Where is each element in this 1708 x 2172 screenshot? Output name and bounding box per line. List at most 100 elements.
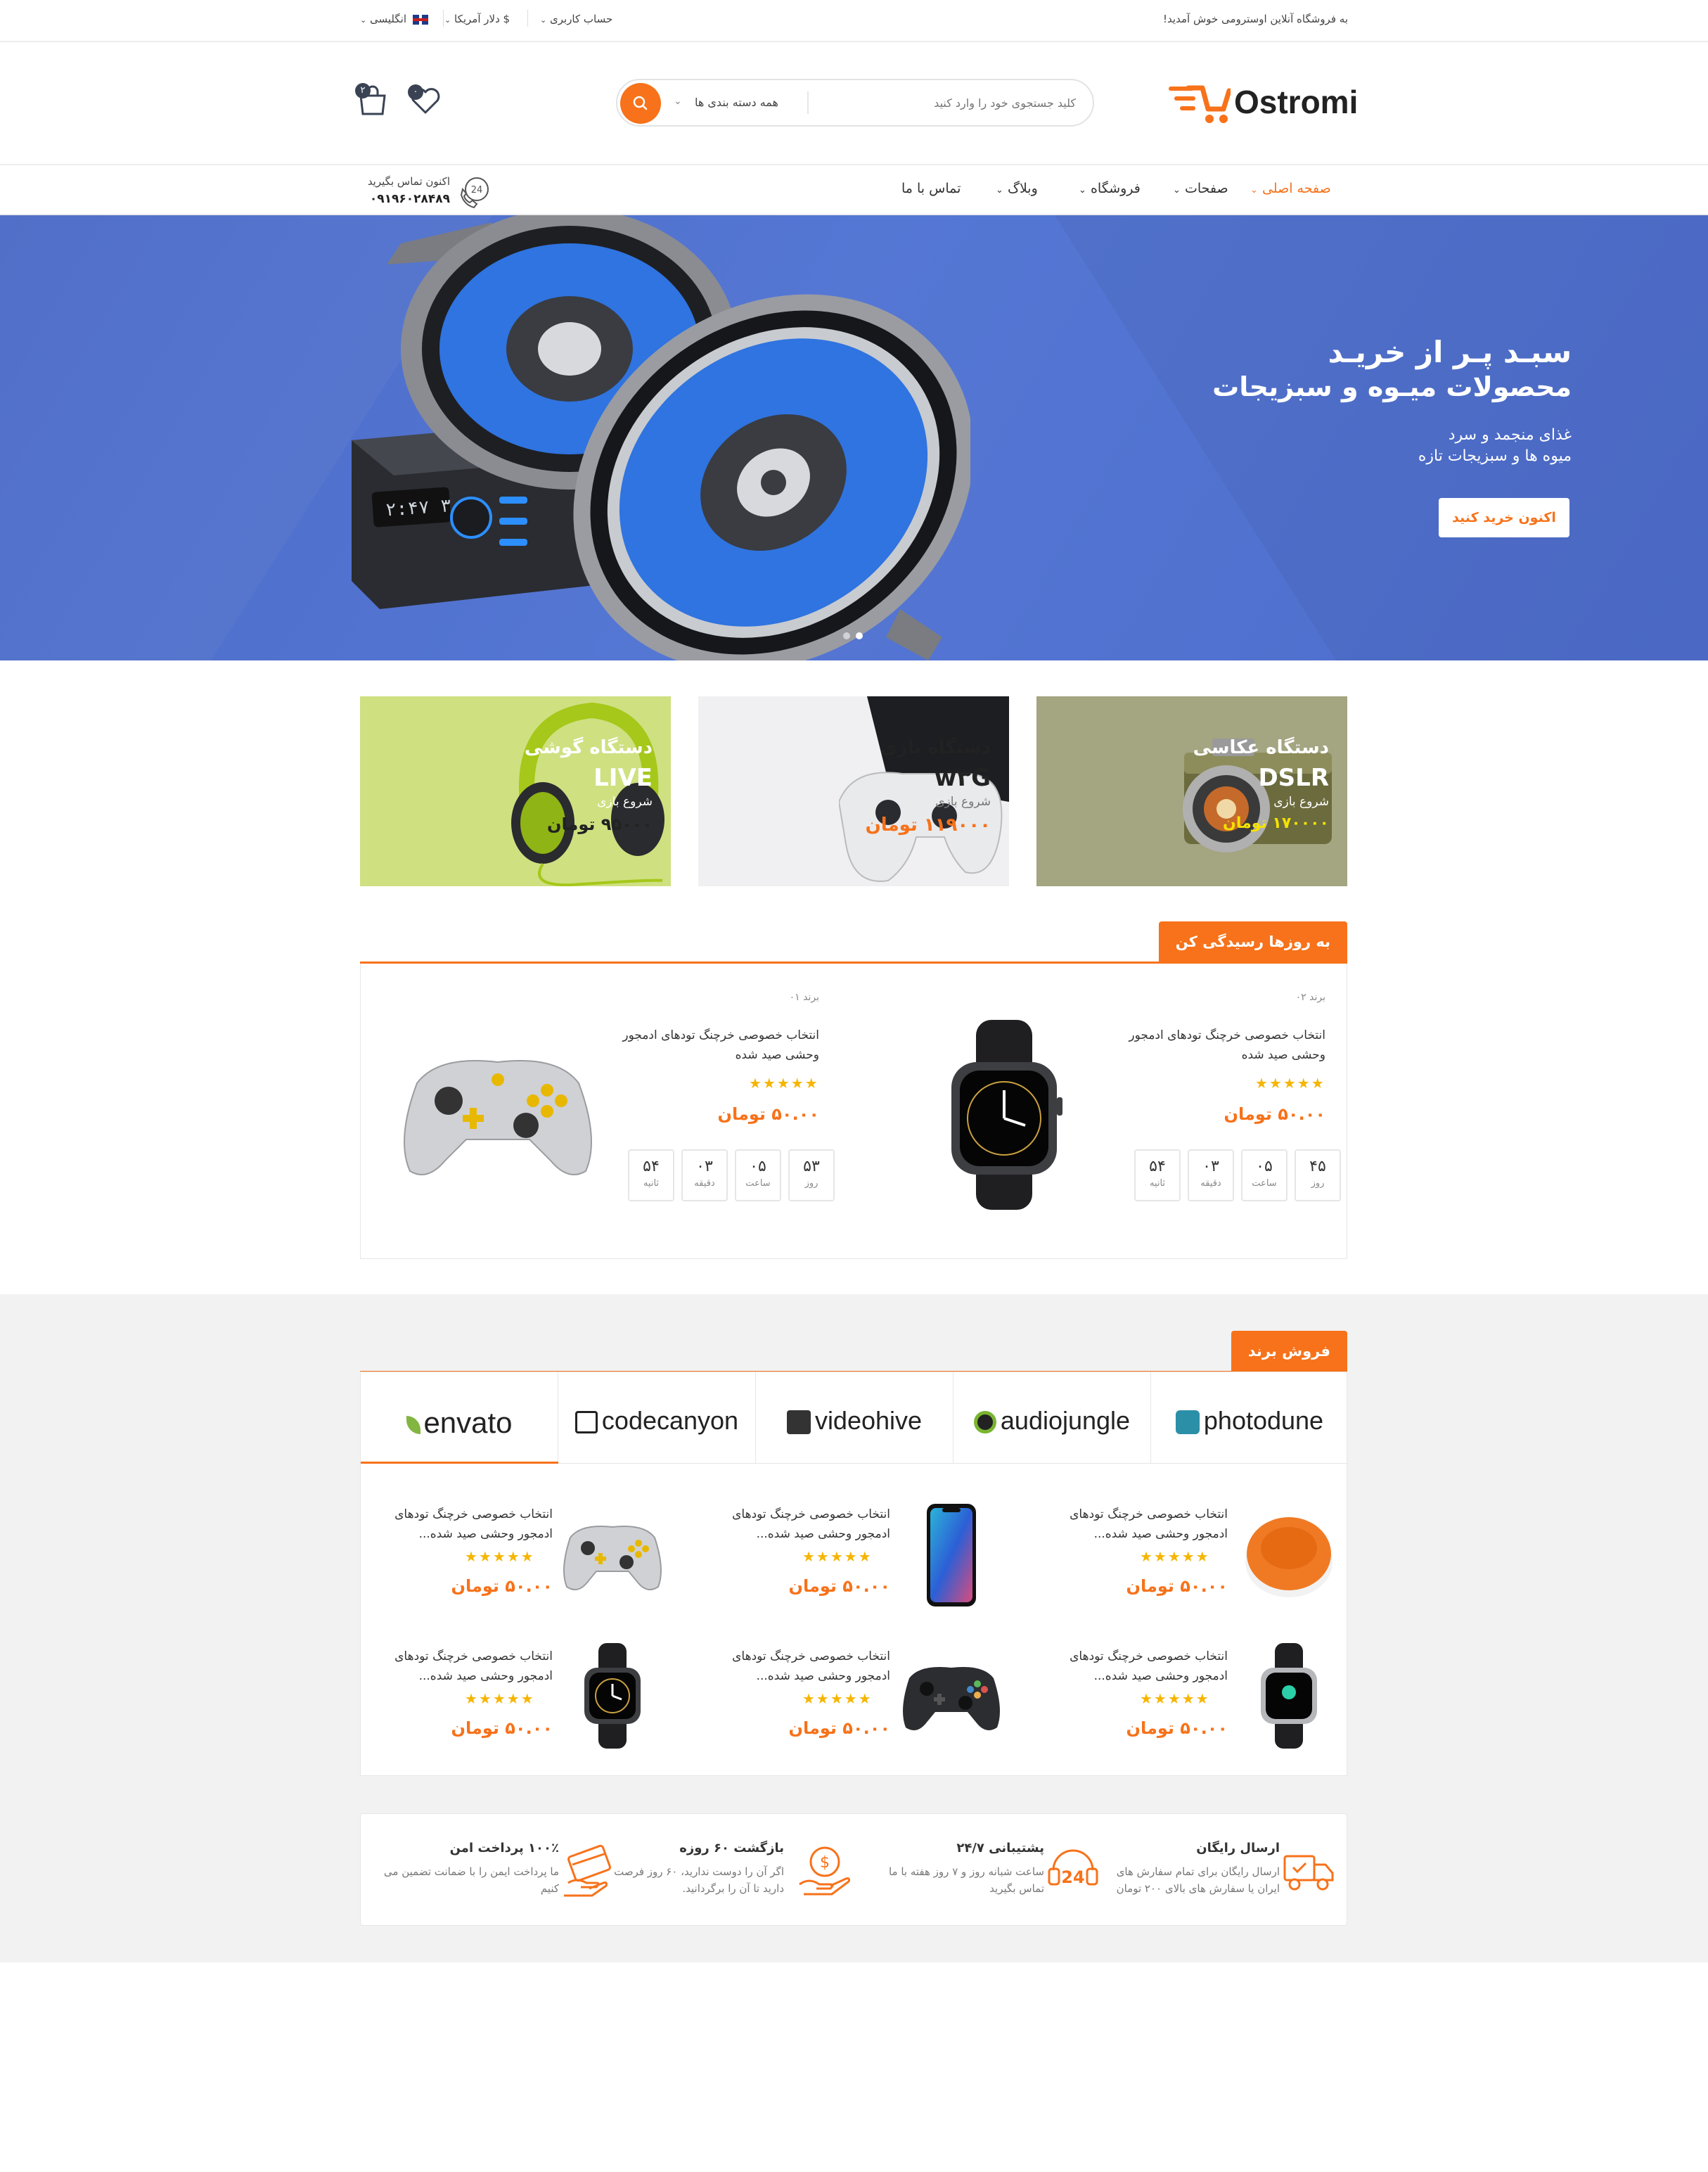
- nav-pages[interactable]: صفحات ⌄: [1173, 181, 1228, 196]
- product-price: ۵۰.۰۰ تومان: [451, 1718, 553, 1738]
- account-dropdown[interactable]: حساب کاربری ⌄: [540, 13, 612, 25]
- countdown-seconds: ۵۴ ثانیه: [1134, 1149, 1181, 1201]
- product-name[interactable]: انتخاب خصوصی خرچنگ تودهای ادمجور وحشی صی…: [707, 1647, 890, 1686]
- banner-title: دستگاه بازی: [880, 737, 991, 758]
- search-divider: [807, 91, 809, 114]
- banner-camera[interactable]: دستگاه عکاسی DSLR شروع بازی ۱۷۰۰۰۰ تومان: [1036, 696, 1347, 886]
- brand-tab-audiojungle[interactable]: audiojungle: [953, 1372, 1150, 1464]
- nav-blog[interactable]: وبلاگ ⌄: [996, 181, 1038, 196]
- brand-tab-envato[interactable]: envato: [361, 1372, 558, 1464]
- brand-tab-photodune[interactable]: photodune: [1150, 1372, 1348, 1464]
- product-price: ۵۰.۰۰ تومان: [451, 1576, 553, 1596]
- phone-24-icon: 24: [457, 174, 494, 210]
- nav-home[interactable]: صفحه اصلی ⌄: [1250, 181, 1331, 196]
- truck-icon: [1283, 1855, 1334, 1891]
- envato-leaf-icon: [406, 1415, 421, 1434]
- cart-count-badge: ۲: [355, 83, 371, 98]
- nav-contact[interactable]: تماس با ما: [901, 181, 961, 196]
- svg-text:24: 24: [471, 185, 483, 196]
- hero-subtitle: محصولات میـوه و سبزیجات: [1212, 371, 1572, 402]
- chevron-down-icon: ⌄: [674, 96, 682, 107]
- banner-price: ۹۵۰۰۰ تومان: [546, 814, 653, 834]
- banner-start-label: شروع بازی: [1273, 795, 1329, 809]
- hero-title: سبـد پـر از خریـد: [1328, 335, 1572, 369]
- slider-dots: [840, 629, 866, 642]
- contact-phone[interactable]: ۰۹۱۹۶۰۲۸۴۸۹: [359, 192, 450, 206]
- banner-price: ۱۱۹۰۰۰ تومان: [865, 814, 991, 836]
- brand-tab-codecanyon[interactable]: codecanyon: [558, 1372, 755, 1464]
- feature-title: ۱۰۰٪ پرداخت امن: [449, 1841, 559, 1855]
- product-name[interactable]: انتخاب خصوصی خرچنگ تودهای ادمجور وحشی صی…: [1045, 1647, 1228, 1686]
- deal-price: ۵۰.۰۰ تومان: [717, 1104, 820, 1124]
- deal-product-name[interactable]: انتخاب خصوصی خرچنگ تودهای ادمجور وحشی صی…: [1115, 1026, 1325, 1065]
- money-back-icon: $: [799, 1846, 850, 1896]
- banner-title: دستگاه گوشی: [524, 737, 653, 758]
- brand-logo: codecanyon: [601, 1406, 739, 1435]
- gamepad-icon[interactable]: [899, 1657, 1004, 1735]
- hero-text-1: غذای منجمد و سرد: [1448, 426, 1572, 444]
- feature-desc: ما پرداخت ایمن را با ضمانت تضمین می کنیم: [383, 1865, 559, 1895]
- wishlist-button[interactable]: ۰: [408, 83, 443, 117]
- rating-stars: ★★★★★: [802, 1690, 873, 1707]
- brand-logo: videohive: [814, 1406, 923, 1435]
- logo-cart-icon[interactable]: [1167, 81, 1231, 124]
- product-name[interactable]: انتخاب خصوصی خرچنگ تودهای ادمجور وحشی صی…: [707, 1505, 890, 1544]
- game-controller-image[interactable]: [396, 1041, 600, 1182]
- phone-icon[interactable]: [920, 1502, 983, 1608]
- uk-flag-icon: [412, 14, 428, 25]
- rating-stars: ★★★★★: [802, 1548, 873, 1565]
- slider-dot-active[interactable]: [856, 632, 863, 639]
- brand-sale-heading: فروش برند: [1231, 1331, 1347, 1372]
- banner-price: ۱۷۰۰۰۰ تومان: [1223, 814, 1329, 832]
- banner-start-label: شروع بازی: [935, 795, 991, 809]
- currency-dropdown[interactable]: $ دلار آمریکا ⌄: [444, 13, 510, 25]
- speaker-icon[interactable]: [1243, 1512, 1335, 1603]
- language-dropdown[interactable]: انگلیسی ⌄: [360, 13, 428, 25]
- welcome-text: به فروشگاه آنلاین اوسترومی خوش آمدید!: [1163, 13, 1348, 25]
- product-name[interactable]: انتخاب خصوصی خرچنگ تودهای ادمجور وحشی صی…: [370, 1505, 553, 1544]
- brand-logo: photodune: [1203, 1406, 1324, 1435]
- product-price: ۵۰.۰۰ تومان: [788, 1576, 891, 1596]
- slider-dot[interactable]: [843, 632, 850, 639]
- nav-shop[interactable]: فروشگاه ⌄: [1079, 181, 1141, 196]
- gamepad-icon[interactable]: [560, 1516, 665, 1594]
- deal-price: ۵۰.۰۰ تومان: [1224, 1104, 1326, 1124]
- rating-stars: ★★★★★: [465, 1548, 535, 1565]
- category-select[interactable]: همه دسته بندی ها: [695, 96, 778, 109]
- countdown-seconds: ۵۴ ثانیه: [628, 1149, 674, 1201]
- codecanyon-icon: [574, 1411, 598, 1434]
- rating-stars: ★★★★★: [749, 1075, 819, 1092]
- cart-button[interactable]: ۲: [355, 83, 390, 117]
- countdown-minutes: ۰۳ دقیقه: [1188, 1149, 1234, 1201]
- countdown-hours: ۰۵ ساعت: [1241, 1149, 1288, 1201]
- credit-card-icon: [564, 1844, 611, 1897]
- watch-icon[interactable]: [581, 1643, 644, 1749]
- product-name[interactable]: انتخاب خصوصی خرچنگ تودهای ادمجور وحشی صی…: [1045, 1505, 1228, 1544]
- feature-desc: ساعت شبانه روز و ۷ روز هفته با ما تماس ب…: [888, 1865, 1044, 1895]
- shop-now-button[interactable]: اکنون خرید کنید: [1439, 498, 1569, 537]
- product-name[interactable]: انتخاب خصوصی خرچنگ تودهای ادمجور وحشی صی…: [370, 1647, 553, 1686]
- product-price: ۵۰.۰۰ تومان: [1126, 1576, 1228, 1596]
- hero-slider[interactable]: ۲:۴۷ ۳۰ سبـد پـر از خریـد محصولات میـوه …: [0, 215, 1708, 660]
- banner-console[interactable]: دستگاه بازی w۳G شروع بازی ۱۱۹۰۰۰ تومان: [698, 696, 1009, 886]
- logo-text[interactable]: Ostromi: [1234, 83, 1358, 121]
- deals-panel: برند ۰۲ انتخاب خصوصی خرچنگ تودهای ادمجور…: [360, 964, 1347, 1259]
- search-bar: همه دسته بندی ها ⌄: [616, 79, 1094, 127]
- smartwatch-image[interactable]: [944, 1020, 1064, 1210]
- car-speaker-image: ۲:۴۷ ۳۰: [352, 215, 970, 660]
- countdown-days: ۵۳ روز: [788, 1149, 835, 1201]
- divider: [527, 10, 528, 27]
- brand-logo: envato: [423, 1406, 513, 1439]
- deal-product-name[interactable]: انتخاب خصوصی خرچنگ تودهای ادمجور وحشی صی…: [608, 1026, 819, 1065]
- search-input[interactable]: [809, 80, 1093, 125]
- brand-tab-videohive[interactable]: videohive: [755, 1372, 953, 1464]
- deal-brand: برند ۰۲: [1295, 992, 1325, 1003]
- watch-icon[interactable]: [1257, 1643, 1321, 1749]
- feature-title: ارسال رایگان: [1196, 1841, 1280, 1855]
- search-button[interactable]: [620, 83, 661, 124]
- feature-title: بازگشت ۶۰ روزه: [679, 1841, 784, 1855]
- countdown-days: ۴۵ روز: [1295, 1149, 1341, 1201]
- rating-stars: ★★★★★: [1140, 1548, 1210, 1565]
- banner-headphones[interactable]: دستگاه گوشی LIVE شروع بازی ۹۵۰۰۰ تومان: [360, 696, 671, 886]
- photodune-icon: [1175, 1410, 1200, 1435]
